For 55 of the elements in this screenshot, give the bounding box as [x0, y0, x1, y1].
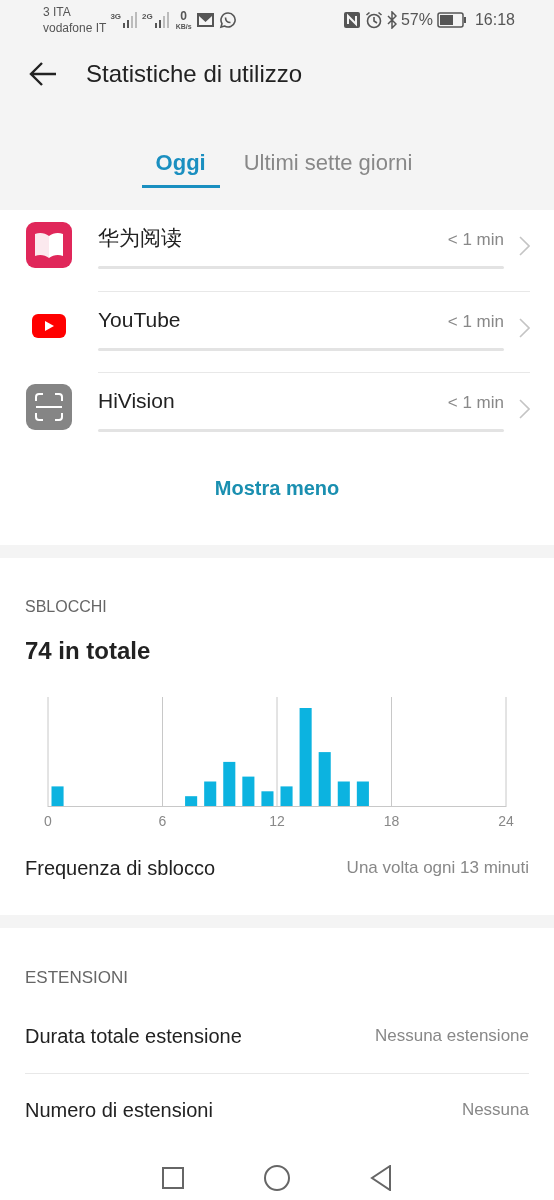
- histogram-bar: [318, 752, 331, 806]
- row-value: Nessuna estensione: [374, 1024, 529, 1047]
- battery-icon: [436, 12, 467, 28]
- mail-icon: [195, 12, 215, 28]
- row-label: Numero di estensioni: [25, 1098, 213, 1123]
- page-title: Statistiche di utilizzo: [86, 59, 303, 89]
- home-button[interactable]: [264, 1164, 290, 1191]
- histogram-bar: [242, 776, 255, 806]
- app-name: HiVision: [98, 388, 175, 414]
- app-name: 华为阅读: [98, 225, 182, 251]
- histogram-bar: [280, 786, 293, 806]
- usage-time: < 1 min: [447, 392, 504, 414]
- row-label: Frequenza di sblocco: [25, 856, 216, 881]
- carrier-label: 3 ITA: [43, 4, 72, 20]
- axis-tick-label: 0: [44, 812, 52, 831]
- histogram-bar: [51, 786, 64, 806]
- row-value: Nessuna: [461, 1099, 529, 1122]
- carrier-label: vodafone IT: [43, 20, 107, 36]
- back-arrow-icon: [28, 61, 58, 87]
- row-value: Una volta ogni 13 minuti: [346, 857, 529, 880]
- histogram-bar: [261, 791, 274, 806]
- app-name: YouTube: [98, 307, 181, 333]
- scan-frame-icon: [26, 384, 72, 430]
- nfc-icon: [342, 11, 361, 29]
- recent-apps-button[interactable]: [162, 1166, 184, 1189]
- axis-tick-label: 24: [498, 812, 514, 831]
- signal-icon: [122, 12, 139, 28]
- histogram-bar: [337, 781, 350, 806]
- axis-tick-label: 18: [383, 812, 400, 831]
- row-label: Durata totale estensione: [25, 1023, 242, 1049]
- histogram-bar: [204, 781, 217, 806]
- time-label: 16:18: [474, 10, 515, 30]
- signal-icon: [153, 12, 170, 28]
- tab[interactable]: Oggi: [141, 136, 220, 188]
- usage-time: < 1 min: [447, 229, 504, 251]
- histogram-bar: [223, 761, 236, 806]
- section-heading: ESTENSIONI: [25, 967, 129, 989]
- speed-label: 0: [180, 9, 188, 22]
- chat-bubble-icon: [218, 11, 237, 29]
- tab[interactable]: Ultimi sette giorni: [243, 136, 413, 188]
- battery-percent-label: 57%: [400, 10, 433, 30]
- axis-tick-label: 6: [158, 812, 167, 831]
- histogram-bar: [185, 796, 198, 806]
- section-heading: SBLOCCHI: [25, 597, 108, 617]
- network-type-label: 2G: [142, 12, 153, 22]
- show-less-link[interactable]: Mostra meno: [214, 473, 340, 503]
- play-icon: [32, 314, 66, 338]
- network-type-label: 3G: [110, 12, 122, 22]
- axis-tick-label: 12: [269, 812, 285, 831]
- histogram-bar: [356, 781, 369, 806]
- alarm-icon: [364, 11, 383, 29]
- bluetooth-icon: [386, 11, 397, 29]
- open-book-icon: [26, 222, 72, 268]
- unlock-total: 74 in totale: [25, 636, 152, 666]
- usage-time: < 1 min: [447, 311, 504, 333]
